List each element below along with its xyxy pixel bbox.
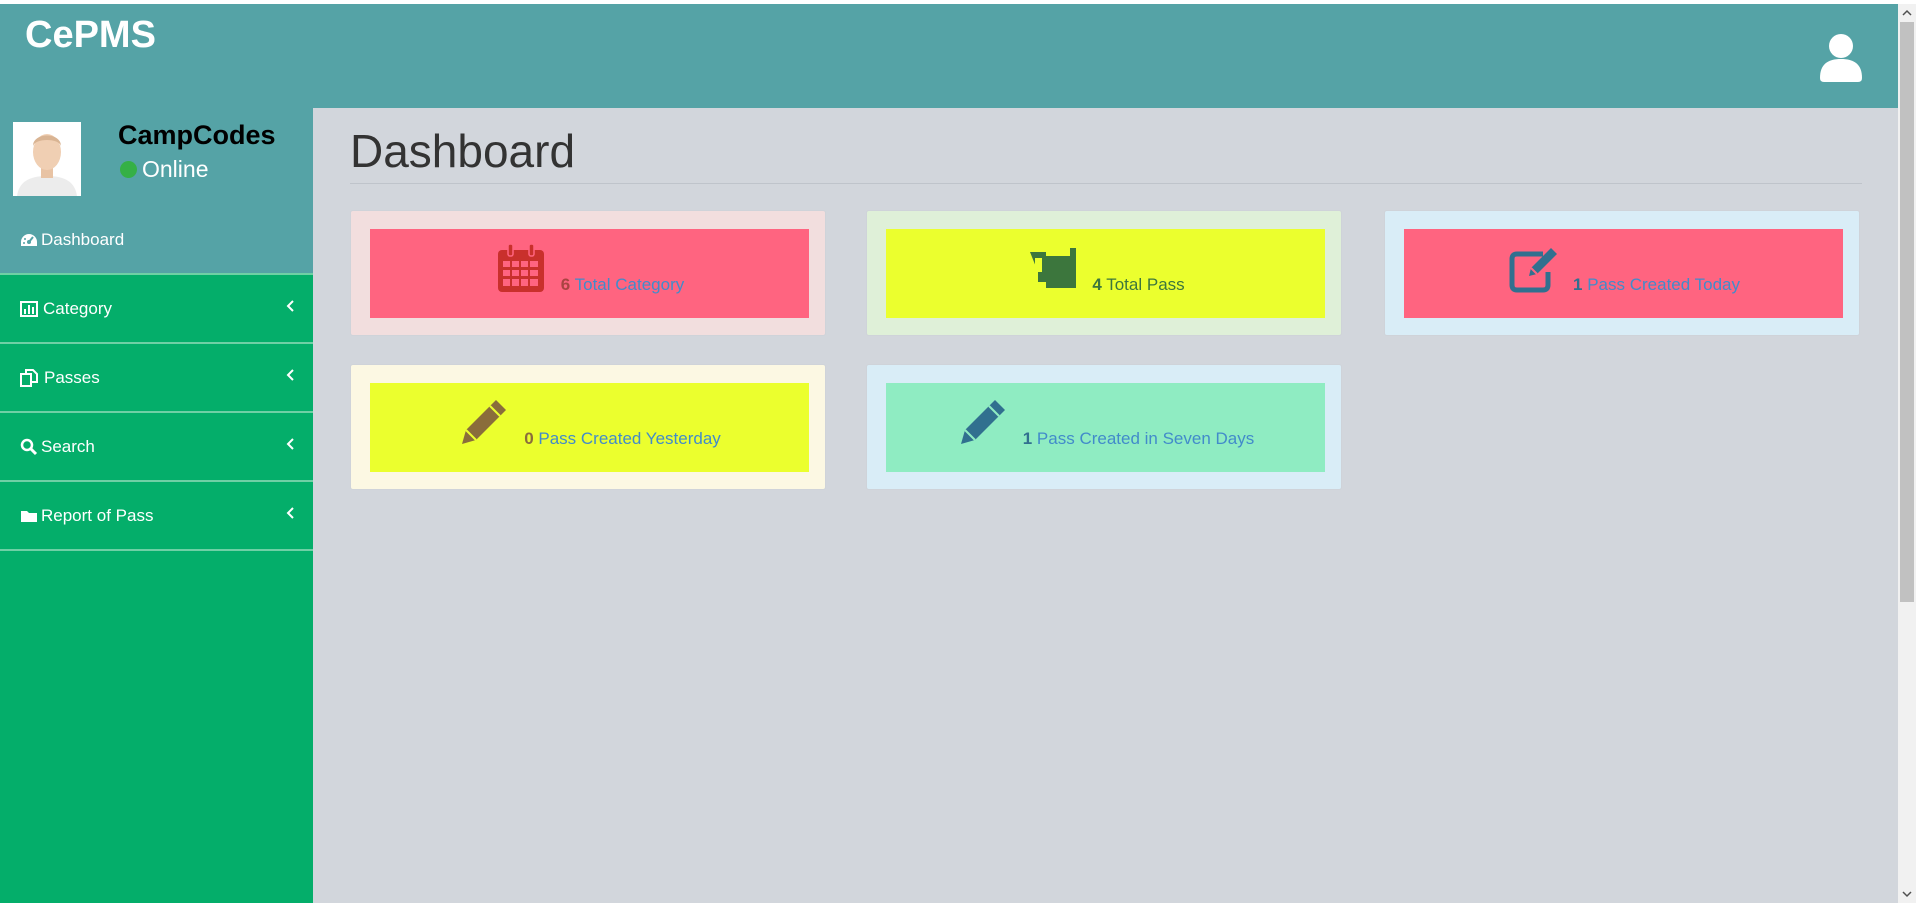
user-name: CampCodes	[118, 120, 276, 150]
scroll-up-arrow-icon[interactable]	[1898, 4, 1916, 21]
bar-chart-icon	[19, 300, 39, 318]
sidebar-item-passes[interactable]: Passes	[0, 344, 313, 413]
copy-icon	[19, 368, 39, 387]
stat-label[interactable]: Total Pass	[1106, 275, 1184, 294]
top-navbar: CePMS	[0, 4, 1898, 108]
user-status-label: Online	[142, 156, 209, 182]
page-title: Dashboard	[350, 125, 576, 177]
user-menu-button[interactable]	[1818, 32, 1864, 82]
avatar	[13, 122, 81, 196]
user-panel: CampCodes Online	[0, 108, 313, 207]
sidebar-item-dashboard[interactable]: Dashboard	[0, 206, 313, 275]
stat-count: 1	[1022, 428, 1033, 448]
sidebar-item-label: Passes	[44, 367, 100, 387]
stat-label[interactable]: Pass Created in Seven Days	[1037, 429, 1254, 448]
stat-label[interactable]: Pass Created Yesterday	[538, 429, 720, 448]
stat-card-inner[interactable]: 1 Pass Created in Seven Days	[886, 383, 1325, 472]
calendar-icon	[497, 242, 544, 292]
stat-card-inner[interactable]: 1 Pass Created Today	[1404, 229, 1843, 318]
brand-logo-text[interactable]: CePMS	[25, 14, 156, 57]
sidebar-item-report-of-pass[interactable]: Report of Pass	[0, 482, 313, 551]
sidebar-item-label: Dashboard	[41, 229, 125, 249]
user-icon	[1820, 34, 1862, 82]
sidebar-item-label: Search	[41, 436, 95, 456]
sidebar: CampCodes Online Dashboard Category Pass…	[0, 108, 313, 903]
stat-count: 1	[1573, 274, 1583, 294]
scrollbar-thumb[interactable]	[1900, 22, 1914, 602]
stat-label[interactable]: Pass Created Today	[1587, 275, 1740, 294]
stat-card-text: 1 Pass Created in Seven Days	[1023, 429, 1255, 449]
search-icon	[19, 438, 39, 456]
chevron-left-icon	[286, 369, 294, 381]
chevron-left-icon	[286, 300, 294, 312]
title-divider	[350, 183, 1862, 184]
stat-card-text: 4 Total Pass	[1092, 275, 1184, 295]
user-status: Online	[120, 156, 208, 183]
stat-count: 0	[524, 428, 534, 448]
dashboard-icon	[19, 231, 39, 249]
chevron-left-icon	[286, 438, 294, 450]
stat-label[interactable]: Total Category	[575, 275, 685, 294]
stat-card-text: 1 Pass Created Today	[1573, 275, 1740, 295]
stat-card-total-category: 6 Total Category	[350, 210, 826, 336]
stat-card-text: 0 Pass Created Yesterday	[524, 429, 721, 449]
stat-count: 4	[1092, 274, 1102, 294]
edit-icon	[1509, 247, 1557, 292]
sidebar-item-label: Category	[43, 298, 112, 318]
pencil-icon	[462, 399, 507, 444]
stat-card-inner[interactable]: 6 Total Category	[370, 229, 809, 318]
stat-card-inner[interactable]: 4 Total Pass	[886, 229, 1325, 318]
beer-mug-icon	[1030, 247, 1077, 288]
pencil-icon	[960, 399, 1005, 444]
vertical-scrollbar[interactable]	[1898, 4, 1916, 903]
folder-icon	[19, 507, 39, 525]
stat-card-pass-created-today: 1 Pass Created Today	[1384, 210, 1860, 336]
online-status-dot-icon	[120, 161, 137, 178]
stat-count: 6	[560, 274, 571, 294]
stat-card-total-pass: 4 Total Pass	[866, 210, 1342, 336]
scroll-down-arrow-icon[interactable]	[1898, 886, 1916, 903]
chevron-left-icon	[286, 507, 294, 519]
stat-card-pass-created-yesterday: 0 Pass Created Yesterday	[350, 364, 826, 490]
sidebar-item-category[interactable]: Category	[0, 275, 313, 344]
sidebar-item-label: Report of Pass	[41, 505, 154, 525]
sidebar-item-search[interactable]: Search	[0, 413, 313, 482]
stat-card-text: 6 Total Category	[561, 275, 685, 295]
stat-card-pass-created-seven-days: 1 Pass Created in Seven Days	[866, 364, 1342, 490]
stat-card-inner[interactable]: 0 Pass Created Yesterday	[370, 383, 809, 472]
